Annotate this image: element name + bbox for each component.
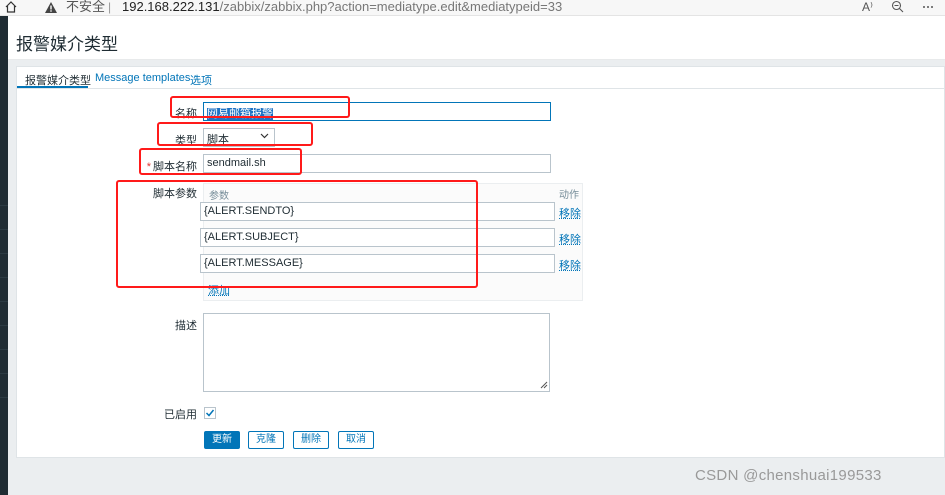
checkmark-icon (205, 408, 215, 418)
script-name-label: * 脚本名称 (137, 158, 197, 174)
browser-address-bar: 不安全 | 192.168.222.131/zabbix/zabbix.php?… (0, 0, 945, 16)
sidebar-segment (0, 16, 8, 206)
url-path: /zabbix/zabbix.php?action=mediatype.edit… (220, 0, 563, 14)
tab-options[interactable]: 选项 (190, 72, 212, 88)
description-label: 描述 (137, 317, 197, 333)
sidebar-segment[interactable] (0, 230, 8, 254)
required-marker: * (147, 161, 151, 173)
sidebar-segment[interactable] (0, 302, 8, 326)
more-menu-icon[interactable] (921, 0, 935, 13)
sidebar-segment[interactable] (0, 206, 8, 230)
home-icon[interactable] (4, 0, 18, 14)
url-separator: | (108, 0, 111, 14)
update-button[interactable]: 更新 (204, 431, 240, 449)
clone-button[interactable]: 克隆 (248, 431, 284, 449)
warning-icon[interactable] (44, 1, 58, 14)
sidebar-segment[interactable] (0, 374, 8, 398)
sidebar-segment[interactable] (0, 350, 8, 374)
active-tab-indicator (17, 86, 88, 88)
name-input-value: 网易邮箱报警 (207, 108, 273, 120)
remove-param-link[interactable]: 移除 (559, 231, 581, 247)
script-name-value: sendmail.sh (207, 157, 266, 169)
watermark: CSDN @chenshuai199533 (695, 467, 882, 484)
script-param-input[interactable]: {ALERT.SUBJECT} (200, 228, 555, 247)
script-name-label-text: 脚本名称 (153, 161, 197, 173)
script-name-input[interactable]: sendmail.sh (203, 154, 551, 173)
page-header: 报警媒介类型 (8, 16, 945, 60)
script-param-input[interactable]: {ALERT.SENDTO} (200, 202, 555, 221)
tab-message-templates[interactable]: Message templates (95, 72, 190, 84)
sidebar-segment[interactable] (0, 254, 8, 278)
script-params-table: 参数 动作 {ALERT.SENDTO} 移除 {ALERT.SUBJECT} … (203, 183, 583, 301)
name-label: 名称 (137, 105, 197, 121)
cancel-button[interactable]: 取消 (338, 431, 374, 449)
script-param-value: {ALERT.SUBJECT} (204, 231, 299, 243)
enabled-checkbox[interactable] (204, 407, 216, 419)
type-select[interactable]: 脚本 (203, 128, 275, 147)
remove-param-link[interactable]: 移除 (559, 257, 581, 273)
read-aloud-icon[interactable]: A⁾ (862, 0, 873, 14)
script-param-value: {ALERT.MESSAGE} (204, 257, 303, 269)
remove-param-link[interactable]: 移除 (559, 205, 581, 221)
media-type-form-panel: 报警媒介类型 Message templates 选项 名称 网易邮箱报警 类型… (16, 66, 945, 458)
add-param-link[interactable]: 添加 (208, 282, 230, 298)
type-select-value: 脚本 (207, 134, 229, 146)
chevron-down-icon (260, 129, 269, 146)
sidebar (0, 16, 8, 495)
params-column-header: 参数 (209, 187, 229, 202)
description-textarea[interactable] (203, 313, 550, 392)
insecure-label: 不安全 (66, 0, 105, 14)
enabled-label: 已启用 (137, 406, 197, 422)
script-param-value: {ALERT.SENDTO} (204, 205, 294, 217)
zoom-out-icon[interactable] (891, 0, 904, 16)
resize-handle-icon[interactable] (540, 381, 548, 391)
url-host: 192.168.222.131 (122, 0, 220, 14)
sidebar-segment[interactable] (0, 326, 8, 350)
name-input[interactable]: 网易邮箱报警 (203, 102, 551, 121)
script-param-input[interactable]: {ALERT.MESSAGE} (200, 254, 555, 273)
type-label: 类型 (137, 132, 197, 148)
tab-bar: 报警媒介类型 Message templates 选项 (17, 67, 945, 89)
sidebar-segment[interactable] (0, 278, 8, 302)
page-title: 报警媒介类型 (16, 30, 118, 55)
delete-button[interactable]: 删除 (293, 431, 329, 449)
script-params-label: 脚本参数 (137, 185, 197, 201)
action-column-header: 动作 (559, 186, 579, 201)
url-field[interactable]: 192.168.222.131/zabbix/zabbix.php?action… (122, 0, 562, 14)
